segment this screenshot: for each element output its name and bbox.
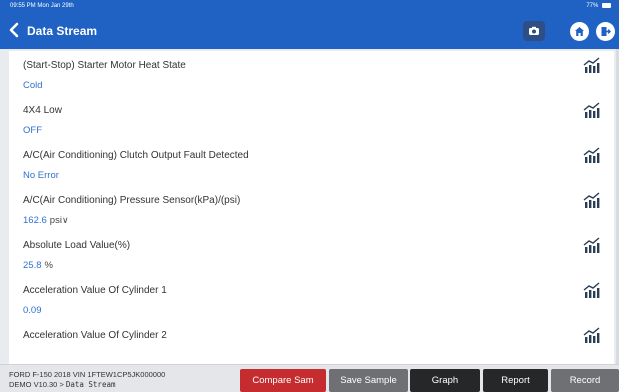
item-value: 0.09 — [23, 305, 42, 316]
item-label: A/C(Air Conditioning) Pressure Sensor(kP… — [23, 195, 241, 206]
item-value: 162.6 psi∨ — [23, 215, 69, 226]
data-stream-list[interactable]: (Start-Stop) Starter Motor Heat State Co… — [0, 49, 619, 364]
unit-selector[interactable]: psi∨ — [50, 215, 69, 226]
item-label: Acceleration Value Of Cylinder 1 — [23, 285, 167, 296]
screenshot-button[interactable] — [523, 21, 545, 41]
graph-icon[interactable] — [583, 102, 601, 118]
breadcrumb: DEMO V10.30 > Data Stream — [9, 380, 116, 389]
item-value-text: No Error — [23, 170, 59, 181]
title-bar: Data Stream — [0, 13, 619, 49]
report-button[interactable]: Report — [483, 369, 548, 392]
graph-icon[interactable] — [583, 327, 601, 343]
item-value: OFF — [23, 125, 42, 136]
home-button[interactable] — [570, 22, 589, 41]
list-item[interactable]: Acceleration Value Of Cylinder 2 — [9, 321, 614, 364]
item-label: A/C(Air Conditioning) Clutch Output Faul… — [23, 150, 249, 161]
item-label: Acceleration Value Of Cylinder 2 — [23, 330, 167, 341]
item-value-text: 25.8 — [23, 260, 42, 271]
chevron-down-icon: ∨ — [61, 215, 69, 225]
unit-label: % — [44, 260, 53, 271]
graph-icon[interactable] — [583, 237, 601, 253]
software-version: DEMO V10.30 > — [9, 380, 64, 389]
graph-icon[interactable] — [583, 282, 601, 298]
list-item[interactable]: A/C(Air Conditioning) Pressure Sensor(kP… — [9, 186, 614, 231]
back-button[interactable] — [8, 22, 22, 40]
item-value: Cold — [23, 80, 43, 91]
page-title: Data Stream — [27, 24, 98, 38]
graph-icon[interactable] — [583, 57, 601, 73]
breadcrumb-current: Data Stream — [65, 380, 116, 389]
vehicle-info: FORD F-150 2018 VIN 1FTEW1CP5JK000000 — [9, 370, 166, 379]
home-icon — [575, 27, 584, 36]
exit-button[interactable] — [596, 22, 615, 41]
bottom-bar: FORD F-150 2018 VIN 1FTEW1CP5JK000000 DE… — [0, 364, 619, 392]
list-item[interactable]: 4X4 Low OFF — [9, 96, 614, 141]
save-sample-button[interactable]: Save Sample — [329, 369, 408, 392]
list-item[interactable]: A/C(Air Conditioning) Clutch Output Faul… — [9, 141, 614, 186]
item-value: No Error — [23, 170, 59, 181]
item-label: (Start-Stop) Starter Motor Heat State — [23, 60, 186, 71]
list-item[interactable]: (Start-Stop) Starter Motor Heat State Co… — [9, 51, 614, 96]
record-button[interactable]: Record — [551, 369, 619, 392]
unit-label: psi — [49, 215, 62, 226]
item-label: Absolute Load Value(%) — [23, 240, 131, 251]
battery-indicator: 77% — [586, 3, 611, 9]
battery-level: 77% — [586, 3, 599, 9]
chevron-left-icon — [9, 22, 19, 38]
status-time: 09:55 PM Mon Jan 29th — [10, 3, 74, 9]
item-value-text: 0.09 — [23, 305, 42, 316]
graph-button[interactable]: Graph — [410, 369, 480, 392]
list-item[interactable]: Acceleration Value Of Cylinder 1 0.09 — [9, 276, 614, 321]
battery-icon — [602, 3, 611, 8]
list-item[interactable]: Absolute Load Value(%) 25.8% — [9, 231, 614, 276]
item-label: 4X4 Low — [23, 105, 62, 116]
camera-icon — [529, 26, 539, 35]
exit-icon — [601, 27, 611, 36]
item-value-text: Cold — [23, 80, 43, 91]
item-value-text: 162.6 — [23, 215, 47, 226]
item-value: 25.8% — [23, 260, 53, 271]
graph-icon[interactable] — [583, 147, 601, 163]
status-bar: 09:55 PM Mon Jan 29th 77% — [0, 0, 619, 13]
graph-icon[interactable] — [583, 192, 601, 208]
item-value-text: OFF — [23, 125, 42, 136]
compare-sample-button[interactable]: Compare Sam — [240, 369, 326, 392]
